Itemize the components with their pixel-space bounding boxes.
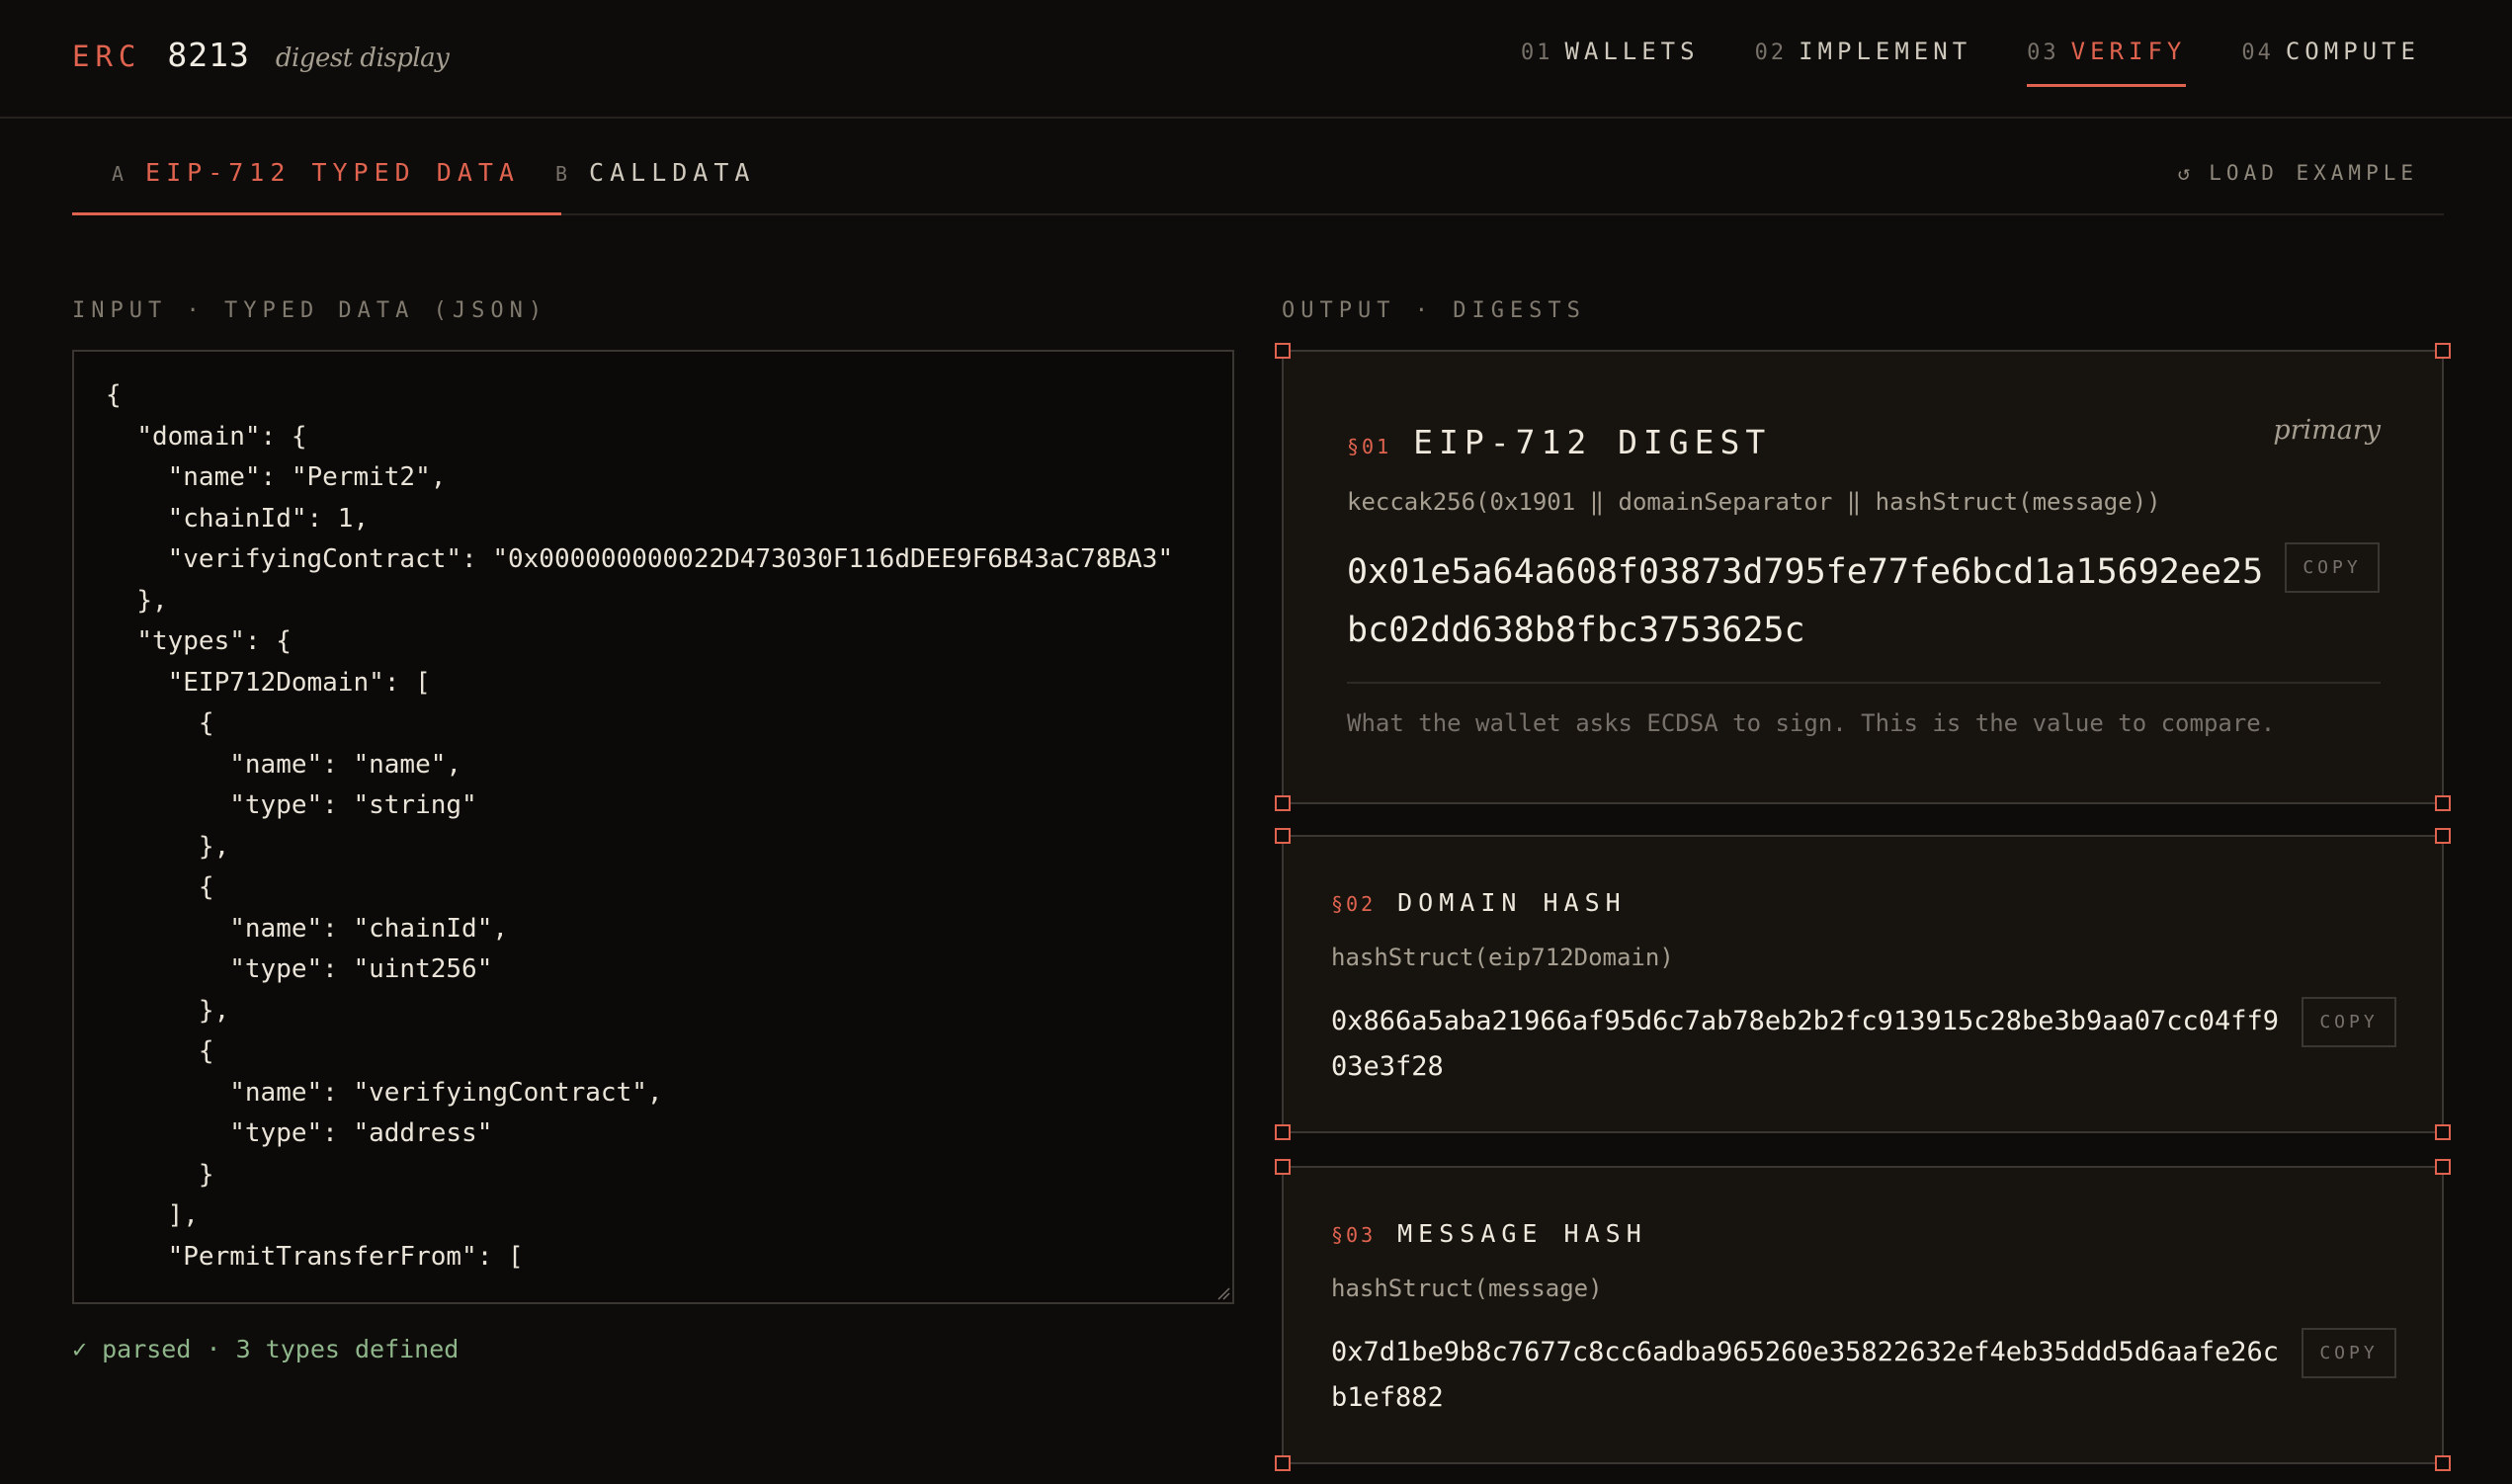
nav-number: 01: [1520, 41, 1553, 65]
eip712-digest-card: §01 EIP-712 DIGEST primary keccak256(0x1…: [1275, 343, 2451, 811]
card-title: EIP-712 DIGEST: [1413, 423, 1772, 461]
card-title: DOMAIN HASH: [1397, 888, 1627, 917]
tab-letter: B: [555, 162, 568, 186]
main-nav: 01 WALLETS 02 IMPLEMENT 03 VERIFY 04 COM…: [1521, 38, 2420, 87]
nav-number: 04: [2241, 41, 2274, 65]
input-mode-tabs: A EIP-712 TYPED DATA B CALLDATA ↺ LOAD E…: [72, 119, 2444, 215]
tab-calldata[interactable]: B CALLDATA: [555, 158, 755, 214]
tab-eip712-typed-data[interactable]: A EIP-712 TYPED DATA: [72, 158, 561, 215]
top-header: ERC 8213 digest display 01 WALLETS 02 IM…: [0, 0, 2512, 119]
domain-hash-card: §02 DOMAIN HASH hashStruct(eip712Domain)…: [1275, 828, 2451, 1140]
digest-note: What the wallet asks ECDSA to sign. This…: [1347, 709, 2276, 737]
corner-marker: [2435, 1124, 2451, 1140]
card-header: §01 EIP-712 DIGEST: [1347, 423, 1771, 461]
output-section-label: OUTPUT · DIGESTS: [1282, 298, 1586, 323]
corner-marker: [1275, 1159, 1291, 1175]
corner-marker: [1275, 343, 1291, 359]
input-section-label: INPUT · TYPED DATA (JSON): [72, 298, 548, 323]
brand[interactable]: ERC 8213 digest display: [72, 36, 450, 74]
nav-compute[interactable]: 04 COMPUTE: [2241, 38, 2420, 87]
resize-handle-icon[interactable]: [1216, 1286, 1230, 1300]
load-example-label: LOAD EXAMPLE: [2209, 161, 2418, 185]
domain-formula: hashStruct(eip712Domain): [1331, 944, 1674, 971]
nav-label: IMPLEMENT: [1799, 38, 1972, 65]
primary-tag: primary: [2273, 415, 2381, 446]
message-formula: hashStruct(message): [1331, 1275, 1603, 1302]
corner-marker: [1275, 828, 1291, 844]
copy-domain-hash-button[interactable]: COPY: [2302, 997, 2396, 1047]
json-input-editor[interactable]: { "domain": { "name": "Permit2", "chainI…: [72, 350, 1234, 1304]
tab-label: EIP-712 TYPED DATA: [145, 158, 520, 187]
tab-label: CALLDATA: [589, 158, 756, 187]
corner-marker: [2435, 828, 2451, 844]
digest-formula: keccak256(0x1901 ‖ domainSeparator ‖ has…: [1347, 488, 2161, 516]
tab-letter: A: [112, 162, 125, 186]
corner-marker: [2435, 1159, 2451, 1175]
card-header: §02 DOMAIN HASH: [1331, 888, 1627, 917]
message-hash-card: §03 MESSAGE HASH hashStruct(message) 0x7…: [1275, 1159, 2451, 1471]
corner-marker: [2435, 343, 2451, 359]
brand-erc: ERC: [72, 40, 142, 73]
nav-label: COMPUTE: [2285, 38, 2420, 65]
nav-label: VERIFY: [2070, 38, 2187, 65]
section-number: §03: [1331, 1223, 1377, 1247]
digest-hash[interactable]: 0x01e5a64a608f03873d795fe77fe6bcd1a15692…: [1347, 543, 2266, 660]
nav-verify[interactable]: 03 VERIFY: [2027, 38, 2187, 87]
reload-icon: ↺: [2177, 161, 2196, 185]
parse-status: ✓ parsed · 3 types defined: [72, 1335, 460, 1363]
section-number: §02: [1331, 892, 1377, 916]
domain-hash-value[interactable]: 0x866a5aba21966af95d6c7ab78eb2b2fc913915…: [1331, 999, 2282, 1090]
nav-number: 03: [2027, 41, 2059, 65]
nav-wallets[interactable]: 01 WALLETS: [1521, 38, 1700, 87]
json-input-text[interactable]: { "domain": { "name": "Permit2", "chainI…: [74, 352, 1232, 1301]
brand-number: 8213: [167, 36, 250, 74]
nav-number: 02: [1754, 41, 1788, 65]
card-header: §03 MESSAGE HASH: [1331, 1219, 1647, 1248]
nav-label: WALLETS: [1564, 38, 1700, 65]
card-divider: [1347, 682, 2381, 684]
card-title: MESSAGE HASH: [1397, 1219, 1647, 1248]
load-example-button[interactable]: ↺ LOAD EXAMPLE: [2178, 161, 2418, 185]
corner-marker: [1275, 1455, 1291, 1471]
message-hash-value[interactable]: 0x7d1be9b8c7677c8cc6adba965260e35822632e…: [1331, 1330, 2282, 1421]
corner-marker: [1275, 1124, 1291, 1140]
copy-digest-button[interactable]: COPY: [2285, 542, 2380, 593]
corner-marker: [2435, 795, 2451, 811]
copy-message-hash-button[interactable]: COPY: [2302, 1328, 2396, 1378]
brand-subtitle: digest display: [275, 43, 450, 73]
corner-marker: [2435, 1455, 2451, 1471]
nav-implement[interactable]: 02 IMPLEMENT: [1755, 38, 1972, 87]
section-number: §01: [1347, 435, 1392, 458]
corner-marker: [1275, 795, 1291, 811]
